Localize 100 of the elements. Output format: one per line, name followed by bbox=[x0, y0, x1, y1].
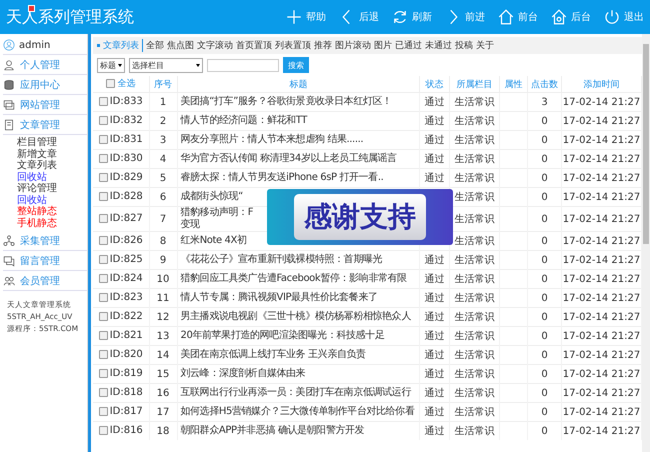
title-link[interactable]: 朝阳群众APP并非恶搞 确认是朝阳警方开发 bbox=[180, 425, 364, 436]
title-link[interactable]: 情人节专属：腾讯视频VIP最具性价比套餐来了 bbox=[180, 292, 378, 303]
table-cell: ID:833 bbox=[110, 96, 143, 106]
checkbox[interactable] bbox=[98, 134, 108, 144]
table-cell: 通过 bbox=[424, 116, 444, 127]
table-cell: ID:821 bbox=[110, 330, 143, 340]
dropdown-arrow-icon bbox=[196, 64, 200, 66]
table-cell: 16 bbox=[156, 388, 170, 398]
sidebar-link[interactable]: 手机静态 bbox=[17, 218, 87, 229]
table-cell: ID:827 bbox=[110, 212, 143, 224]
column-select[interactable]: 选择栏目 bbox=[129, 58, 203, 72]
title-link[interactable]: 猎豹回应工具类广告遭Facebook暂停：影响非常有限 bbox=[180, 273, 407, 284]
column-header: 序号 bbox=[154, 80, 172, 90]
filter-link[interactable]: 列表置顶 bbox=[275, 39, 311, 52]
checkbox[interactable] bbox=[98, 116, 108, 124]
filter-link[interactable]: 关于 bbox=[476, 39, 494, 52]
table-cell: ID:822 bbox=[110, 310, 143, 322]
checkbox[interactable] bbox=[98, 368, 108, 378]
column-header: 状态 bbox=[426, 80, 444, 90]
sidebar-section[interactable]: 应用中心 bbox=[3, 75, 87, 95]
filter-link[interactable]: 未通过 bbox=[425, 39, 452, 52]
column-header[interactable]: 全选 bbox=[117, 77, 136, 90]
title-link[interactable]: 男主播戏说电视剧《三世十桃》模仿杨幂粉相惊艳众人 bbox=[180, 311, 411, 322]
sidebar-section[interactable]: 采集管理 bbox=[3, 231, 87, 251]
table-cell: 通过 bbox=[424, 135, 444, 146]
sidebar-link[interactable]: 回收站 bbox=[17, 172, 87, 183]
table-cell: 13 bbox=[156, 330, 170, 342]
checkbox[interactable] bbox=[98, 154, 108, 162]
checkbox[interactable] bbox=[98, 426, 108, 434]
filter-link[interactable]: 图片滚动 bbox=[335, 39, 371, 52]
filter-link[interactable]: 推荐 bbox=[314, 39, 332, 52]
title-link[interactable]: 美团在南京低调上线打车业务 王兴亲自负责 bbox=[180, 349, 366, 360]
splitter-handle[interactable] bbox=[88, 34, 91, 452]
sidebar-section[interactable]: 会员管理 bbox=[3, 271, 87, 291]
checkbox[interactable] bbox=[98, 172, 108, 182]
scrollbar[interactable] bbox=[642, 34, 650, 452]
title-link[interactable]: 《花花公子》宣布重新刊载裸模特照：首期曝光 bbox=[180, 254, 382, 265]
table-cell: 17 bbox=[156, 406, 170, 418]
sidebar-link[interactable]: 栏目管理 bbox=[17, 137, 87, 148]
title-link[interactable]: 网友分享照片：情人节本来想虐狗 结果...... bbox=[180, 134, 364, 145]
table-cell: 生活常识 bbox=[454, 350, 494, 361]
filter-link[interactable]: 首页置顶 bbox=[236, 39, 272, 52]
title-link[interactable]: 刘云峰：深度剖析自媒体由来 bbox=[180, 368, 306, 379]
title-link[interactable]: 华为官方否认传闻 称清理34岁以上老员工纯属谣言 bbox=[180, 153, 397, 164]
table-cell: 通过 bbox=[424, 426, 444, 437]
user-name: admin bbox=[19, 40, 50, 50]
filter-link[interactable]: 图片 bbox=[374, 39, 392, 52]
title-link[interactable]: 互联网出行行业再添一员：美团打车在南京低调试运行 bbox=[180, 387, 411, 398]
filter-link[interactable]: 全部 bbox=[146, 39, 164, 52]
checkbox[interactable] bbox=[106, 79, 116, 88]
table-cell: 通过 bbox=[424, 388, 444, 399]
title-link[interactable]: 睿膀太探：情人节男友送iPhone 6sP 打开一看.. bbox=[180, 172, 384, 183]
checkbox[interactable] bbox=[98, 406, 108, 416]
title-link[interactable]: 红米Note 4X初 bbox=[180, 235, 247, 246]
title-link[interactable]: 成都街头惊现“ bbox=[180, 191, 243, 202]
title-link[interactable]: 猎豹移动声明：F bbox=[180, 207, 254, 218]
table-cell: 通过 bbox=[424, 407, 444, 418]
checkbox[interactable] bbox=[98, 388, 108, 396]
sidebar-link[interactable]: 回收站 bbox=[17, 194, 87, 206]
table-cell: 17-02-14 21:27 bbox=[562, 312, 640, 322]
scrollbar-thumb[interactable] bbox=[643, 44, 649, 244]
checkbox[interactable] bbox=[98, 312, 108, 320]
people-icon bbox=[3, 274, 15, 286]
checkbox[interactable] bbox=[98, 96, 108, 106]
title-link[interactable]: 如何选择H5营销媒介？三大微传单制作平台对比给你看 bbox=[180, 406, 414, 417]
table-cell: 17-02-14 21:27 bbox=[562, 274, 640, 284]
filter-link[interactable]: 已通过 bbox=[395, 39, 422, 52]
title-link[interactable]: 美团搞“打车”服务？谷歌街景竟收录日本红灯区！ bbox=[180, 96, 392, 107]
table-cell: 生活常识 bbox=[454, 154, 494, 165]
checkbox[interactable] bbox=[98, 330, 108, 340]
user-avatar-icon bbox=[3, 39, 15, 51]
checkbox[interactable] bbox=[98, 236, 108, 244]
checkbox[interactable] bbox=[98, 214, 108, 222]
table-cell: ID:816 bbox=[110, 424, 143, 436]
sidebar-link[interactable]: 文章列表 bbox=[17, 160, 87, 172]
table-cell: 0 bbox=[541, 254, 548, 266]
sidebar-link[interactable]: 评论管理 bbox=[17, 183, 87, 194]
checkbox[interactable] bbox=[98, 292, 108, 302]
sidebar-link[interactable]: 整站静态 bbox=[17, 206, 87, 218]
search-field[interactable] bbox=[207, 58, 279, 72]
filter-link[interactable]: 焦点图 bbox=[167, 39, 194, 52]
checkbox[interactable] bbox=[98, 254, 108, 264]
checkbox[interactable] bbox=[98, 192, 108, 200]
title-link[interactable]: 20年前苹果打造的网吧渲染图曝光：科技感十足 bbox=[180, 330, 384, 341]
filter-link[interactable]: 文字滚动 bbox=[197, 39, 233, 52]
checkbox[interactable] bbox=[98, 350, 108, 358]
field-select[interactable]: 标题 bbox=[97, 58, 125, 72]
title-link[interactable]: 情人节的经济问题：鲜花和TT bbox=[180, 115, 307, 126]
table-cell: 17-02-14 21:27 bbox=[562, 254, 640, 266]
filter-link[interactable]: 投稿 bbox=[455, 39, 473, 52]
sidebar-section[interactable]: 个人管理 bbox=[3, 55, 87, 75]
person-icon bbox=[3, 58, 15, 70]
table-cell: 0 bbox=[541, 134, 548, 146]
table-cell: ID:817 bbox=[110, 406, 143, 416]
title-link[interactable]: 变现 bbox=[180, 219, 200, 230]
table-cell: 0 bbox=[541, 214, 548, 224]
column-header: 标题 bbox=[289, 80, 308, 90]
sidebar-link[interactable]: 新增文章 bbox=[17, 148, 87, 160]
table-cell: 17-02-14 21:27 bbox=[562, 368, 640, 380]
checkbox[interactable] bbox=[98, 274, 108, 282]
